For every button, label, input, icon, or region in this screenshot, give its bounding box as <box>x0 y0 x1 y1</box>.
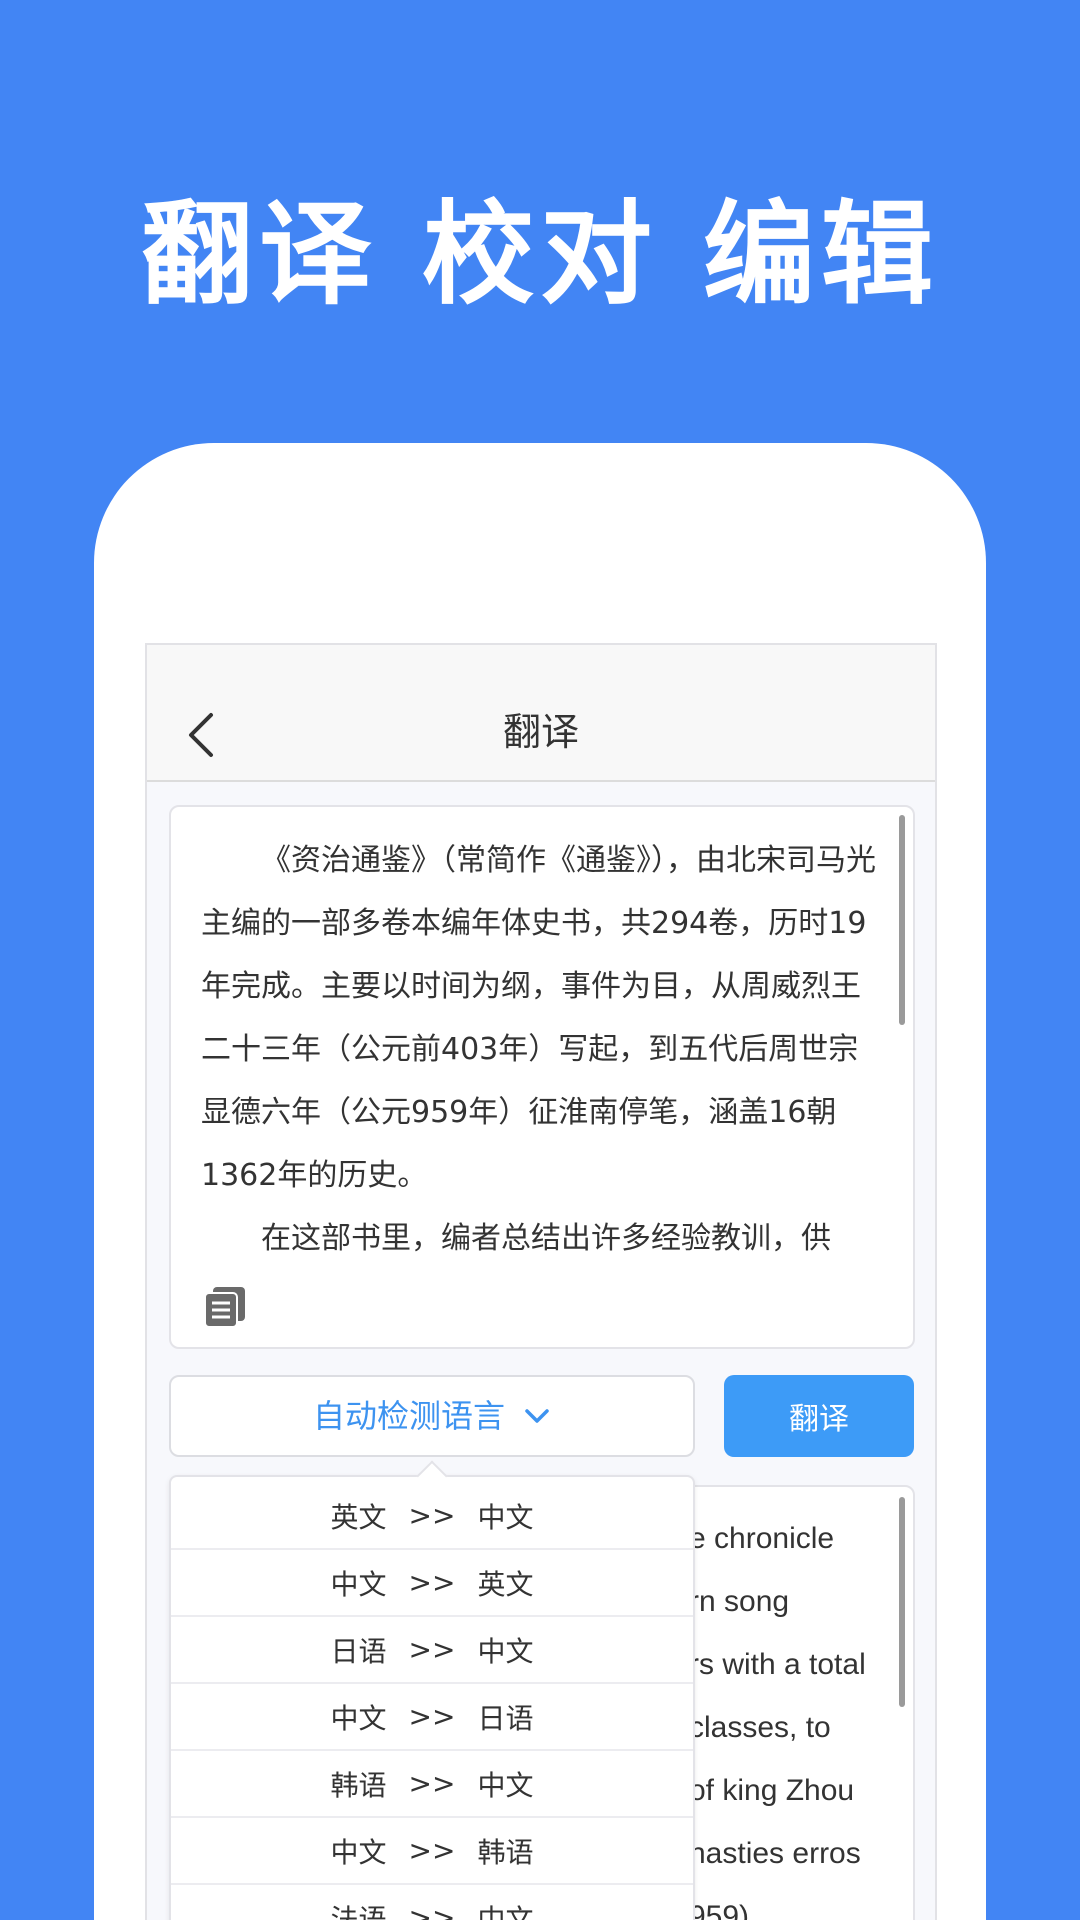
headline: 翻译 校对 编辑 <box>141 190 939 320</box>
chevron-down-icon <box>525 1409 549 1423</box>
dropdown-item[interactable]: 韩语 >> 中文 <box>171 1751 693 1818</box>
to-language: 中文 <box>477 1500 534 1534</box>
source-scrollbar[interactable] <box>899 815 905 1025</box>
to-language: 中文 <box>477 1768 534 1802</box>
from-language: 韩语 <box>330 1768 387 1802</box>
to-language: 日语 <box>477 1701 534 1735</box>
separator: >> <box>408 1633 456 1666</box>
to-language: 英文 <box>477 1567 534 1601</box>
from-language: 法语 <box>330 1902 387 1920</box>
dropdown-item[interactable]: 中文 >> 日语 <box>171 1684 693 1751</box>
from-language: 日语 <box>330 1634 387 1668</box>
to-language: 中文 <box>477 1902 534 1920</box>
from-language: 中文 <box>330 1835 387 1869</box>
app-screen: 翻译 《资治通鉴》（常简作《通鉴》），由北宋司马光主编的一部多卷本编年体史书，共… <box>145 643 937 1920</box>
to-language: 韩语 <box>477 1835 534 1869</box>
dropdown-item[interactable]: 日语 >> 中文 <box>171 1617 693 1684</box>
dropdown-item[interactable]: 中文 >> 韩语 <box>171 1818 693 1885</box>
copy-icon[interactable] <box>203 1285 247 1329</box>
separator: >> <box>408 1767 456 1800</box>
dropdown-item[interactable]: 中文 >> 英文 <box>171 1550 693 1617</box>
source-paragraph: 在这部书里，编者总结出许多经验教训，供 <box>261 1221 831 1256</box>
from-language: 中文 <box>330 1701 387 1735</box>
navbar: 翻译 <box>147 645 935 782</box>
separator: >> <box>408 1499 456 1532</box>
from-language: 中文 <box>330 1567 387 1601</box>
page-title: 翻译 <box>502 710 579 754</box>
separator: >> <box>408 1700 456 1733</box>
source-text: 《资治通鉴》（常简作《通鉴》），由北宋司马光主编的一部多卷本编年体史书，共294… <box>201 829 881 1270</box>
dropdown-item[interactable]: 法语 >> 中文 <box>171 1885 693 1920</box>
to-language: 中文 <box>477 1634 534 1668</box>
source-paragraph: 《资治通鉴》（常简作《通鉴》），由北宋司马光主编的一部多卷本编年体史书，共294… <box>201 843 876 1193</box>
translate-button[interactable]: 翻译 <box>724 1375 914 1457</box>
dropdown-list: 英文 >> 中文 中文 >> 英文 日语 >> 中文 中文 >> 日语 韩语 >> 中文 中文 >> 韩… <box>171 1483 693 1920</box>
result-scrollbar[interactable] <box>899 1497 905 1707</box>
language-select-label: 自动检测语言 <box>312 1397 505 1435</box>
separator: >> <box>408 1901 456 1920</box>
dropdown-item[interactable]: 英文 >> 中文 <box>171 1483 693 1550</box>
language-select[interactable]: 自动检测语言 <box>169 1375 695 1457</box>
separator: >> <box>408 1834 456 1867</box>
source-text-area[interactable]: 《资治通鉴》（常简作《通鉴》），由北宋司马光主编的一部多卷本编年体史书，共294… <box>169 805 915 1349</box>
separator: >> <box>408 1566 456 1599</box>
from-language: 英文 <box>330 1500 387 1534</box>
language-dropdown: 英文 >> 中文 中文 >> 英文 日语 >> 中文 中文 >> 日语 韩语 >> 中文 中文 >> 韩… <box>169 1460 695 1920</box>
